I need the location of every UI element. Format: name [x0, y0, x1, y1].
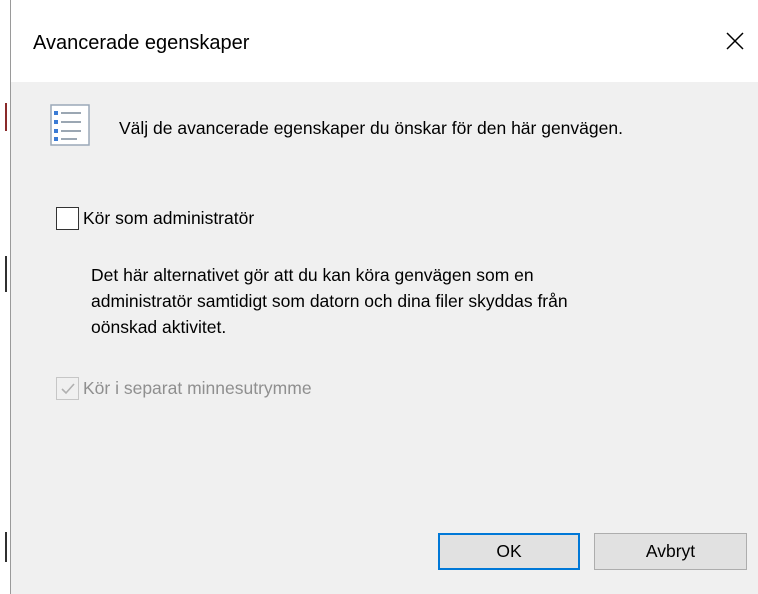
close-button[interactable] [711, 20, 758, 62]
title-bar: Avancerade egenskaper [11, 0, 758, 82]
dialog-title: Avancerade egenskaper [33, 32, 250, 54]
cancel-button[interactable]: Avbryt [594, 533, 747, 570]
properties-list-icon [50, 104, 90, 146]
separate-memory-label: Kör i separat minnesutrymme [83, 378, 312, 398]
run-as-admin-checkbox[interactable] [56, 207, 79, 230]
advanced-properties-dialog: Avancerade egenskaper Välj de avancerade… [10, 0, 758, 594]
run-as-admin-description: Det här alternativet gör att du kan köra… [91, 262, 731, 340]
description-line: administratör samtidigt som datorn och d… [91, 291, 568, 311]
separate-memory-checkbox [56, 377, 79, 400]
run-as-admin-option[interactable]: Kör som administratör [56, 207, 254, 230]
separate-memory-option: Kör i separat minnesutrymme [56, 377, 312, 400]
header-instruction: Välj de avancerade egenskaper du önskar … [119, 118, 623, 138]
ok-button[interactable]: OK [438, 533, 580, 570]
run-as-admin-label[interactable]: Kör som administratör [83, 208, 254, 229]
description-line: Det här alternativet gör att du kan köra… [91, 265, 534, 285]
background-mark [5, 256, 7, 292]
background-mark [5, 532, 7, 562]
checkmark-icon [60, 382, 75, 394]
close-icon [726, 32, 744, 50]
background-window-edge [0, 0, 10, 594]
description-line: oönskad aktivitet. [91, 317, 227, 337]
background-mark [5, 103, 7, 131]
